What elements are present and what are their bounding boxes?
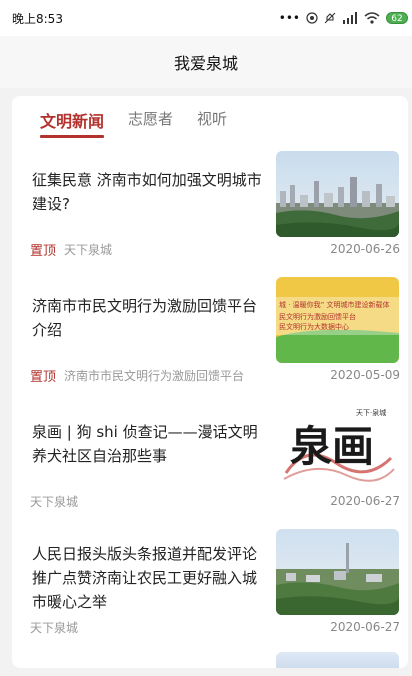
news-date: 2020-06-27 (330, 620, 400, 634)
news-title: 济南市市民文明行为激励回馈平台介绍 (32, 297, 258, 339)
banner-graphic: 城 · 温暖你我” 文明城市建设新载体 民文明行为激励回馈平台 民文明行为大数据… (276, 277, 399, 363)
wifi-icon (364, 12, 380, 24)
news-date: 2020-06-26 (330, 242, 400, 256)
tab-label: 文明新闻 (40, 112, 105, 131)
news-meta: 天下泉城 2020-06-27 (30, 492, 400, 510)
calligraphy-logo: 天下·泉城 泉画 (276, 403, 399, 489)
status-bar: 晚上8:53 ••• 62 (12, 0, 412, 36)
news-item[interactable]: 征集民意 济南市如何加强文明城市建设? 置顶 天下泉城 2020-06-26 (12, 148, 408, 274)
page-title: 我爱泉城 (173, 54, 238, 73)
news-meta: 天下泉城 2020-06-27 (30, 618, 400, 636)
news-meta: 置顶 济南市市民文明行为激励回馈平台 2020-05-09 (30, 366, 400, 385)
app-header: 我爱泉城 (0, 36, 412, 88)
status-time: 晚上8:53 (12, 11, 63, 26)
pinned-badge: 置顶 (30, 243, 57, 259)
news-card: 文明新闻 志愿者 视听 征集民意 济南市如何加强文明城市建设? 置顶 天下泉城 … (12, 96, 408, 668)
next-item-thumbnail-peek (276, 652, 399, 668)
tab-audio-video[interactable]: 视听 (197, 102, 227, 142)
news-item[interactable]: 济南市市民文明行为激励回馈平台介绍 城 · 温暖你我” 文明城市建设新载体 民文… (12, 274, 408, 400)
tab-label: 视听 (197, 110, 228, 128)
banner-text-3: 民文明行为大数据中心 (279, 322, 349, 331)
banner-text-2: 民文明行为激励回馈平台 (279, 312, 356, 321)
pinned-badge: 置顶 (30, 369, 57, 385)
news-item[interactable]: 泉画 | 狗 shi 侦查记——漫话文明养犬社区自治那些事 天下·泉城 泉画 天… (12, 400, 408, 526)
signal-icon (343, 12, 357, 24)
banner-text-1: 城 · 温暖你我” 文明城市建设新载体 (279, 300, 390, 309)
tab-bar: 文明新闻 志愿者 视听 (12, 96, 408, 142)
news-source: 天下泉城 (64, 242, 113, 257)
logo-small-text: 天下·泉城 (356, 408, 386, 417)
news-meta: 置顶 天下泉城 2020-06-26 (30, 240, 400, 259)
news-source: 天下泉城 (30, 620, 79, 635)
news-title: 人民日报头版头条报道并配发评论 推广点赞济南让农民工更好融入城市暖心之举 (32, 545, 258, 611)
news-date: 2020-05-09 (330, 368, 400, 382)
tab-civilization-news[interactable]: 文明新闻 (40, 102, 105, 142)
mute-icon (324, 12, 336, 24)
news-title: 征集民意 济南市如何加强文明城市建设? (32, 171, 262, 213)
news-source: 济南市市民文明行为激励回馈平台 (64, 368, 245, 383)
news-source: 天下泉城 (30, 494, 79, 509)
city-skyline-photo (276, 151, 399, 237)
status-icons: ••• 62 (279, 11, 408, 25)
city-aerial-photo (276, 529, 399, 615)
tab-volunteers[interactable]: 志愿者 (128, 102, 173, 142)
news-item[interactable]: 人民日报头版头条报道并配发评论 推广点赞济南让农民工更好融入城市暖心之举 天下泉… (12, 526, 408, 652)
more-dots-icon: ••• (278, 11, 300, 25)
news-date: 2020-06-27 (330, 494, 400, 508)
battery-icon: 62 (386, 12, 408, 24)
news-title: 泉画 | 狗 shi 侦查记——漫话文明养犬社区自治那些事 (32, 423, 258, 465)
tab-label: 志愿者 (128, 110, 174, 128)
logo-calligraphy-text: 泉画 (290, 422, 374, 471)
hotspot-icon (306, 12, 318, 24)
news-list: 征集民意 济南市如何加强文明城市建设? 置顶 天下泉城 2020-06-26 济… (12, 148, 408, 652)
